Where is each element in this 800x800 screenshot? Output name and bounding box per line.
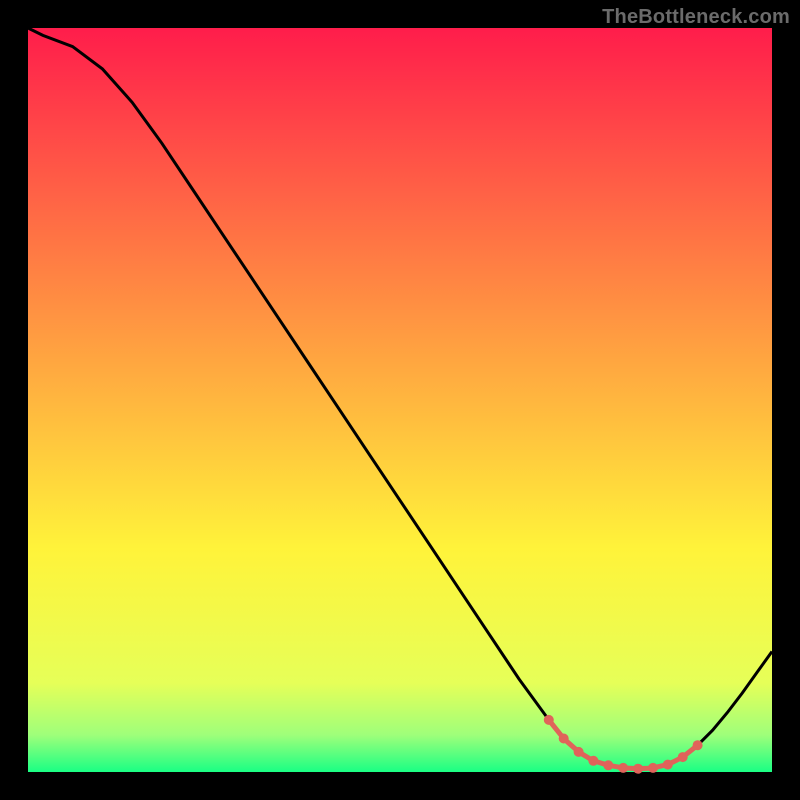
optimal-marker-dot bbox=[603, 760, 613, 770]
optimal-marker-dot bbox=[678, 752, 688, 762]
optimal-marker-dot bbox=[588, 756, 598, 766]
bottleneck-curve-chart bbox=[0, 0, 800, 800]
optimal-marker-dot bbox=[693, 740, 703, 750]
optimal-marker-dot bbox=[663, 760, 673, 770]
optimal-marker-dot bbox=[648, 763, 658, 773]
watermark-text: TheBottleneck.com bbox=[602, 6, 790, 29]
optimal-marker-dot bbox=[618, 763, 628, 773]
chart-plot-area bbox=[28, 28, 772, 772]
optimal-marker-dot bbox=[544, 715, 554, 725]
optimal-marker-dot bbox=[559, 734, 569, 744]
optimal-marker-dot bbox=[633, 764, 643, 774]
optimal-marker-dot bbox=[574, 747, 584, 757]
